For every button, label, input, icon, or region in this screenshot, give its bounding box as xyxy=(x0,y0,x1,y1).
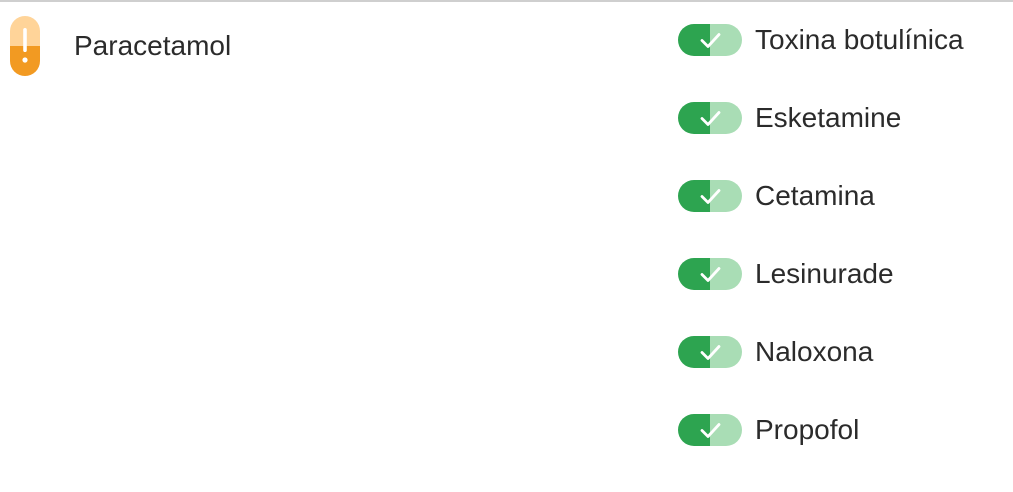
check-pill-icon xyxy=(678,336,742,368)
warning-pill-icon xyxy=(10,16,40,76)
top-divider xyxy=(0,0,1013,2)
interaction-name: Lesinurade xyxy=(755,258,894,289)
check-pill-icon xyxy=(678,102,742,134)
interaction-name: Esketamine xyxy=(755,102,902,133)
interaction-item: Naloxona xyxy=(678,336,1013,414)
interaction-name: Cetamina xyxy=(755,180,875,211)
interaction-item: Propofol xyxy=(678,414,1013,492)
interaction-item: Esketamine xyxy=(678,102,1013,180)
check-pill-icon xyxy=(678,258,742,290)
check-pill-icon xyxy=(678,414,742,446)
primary-drug-row: Paracetamol xyxy=(10,16,231,76)
interaction-item: Lesinurade xyxy=(678,258,1013,336)
interaction-name: Naloxona xyxy=(755,336,874,367)
check-pill-icon xyxy=(678,24,742,56)
interaction-list: Toxina botulínica Esketamine Cetamina Le… xyxy=(678,24,1013,492)
interaction-item: Cetamina xyxy=(678,180,1013,258)
interaction-name: Propofol xyxy=(755,414,860,445)
check-pill-icon xyxy=(678,180,742,212)
primary-drug-name: Paracetamol xyxy=(74,30,232,61)
interaction-item: Toxina botulínica xyxy=(678,24,1013,102)
interaction-name: Toxina botulínica xyxy=(755,24,964,55)
